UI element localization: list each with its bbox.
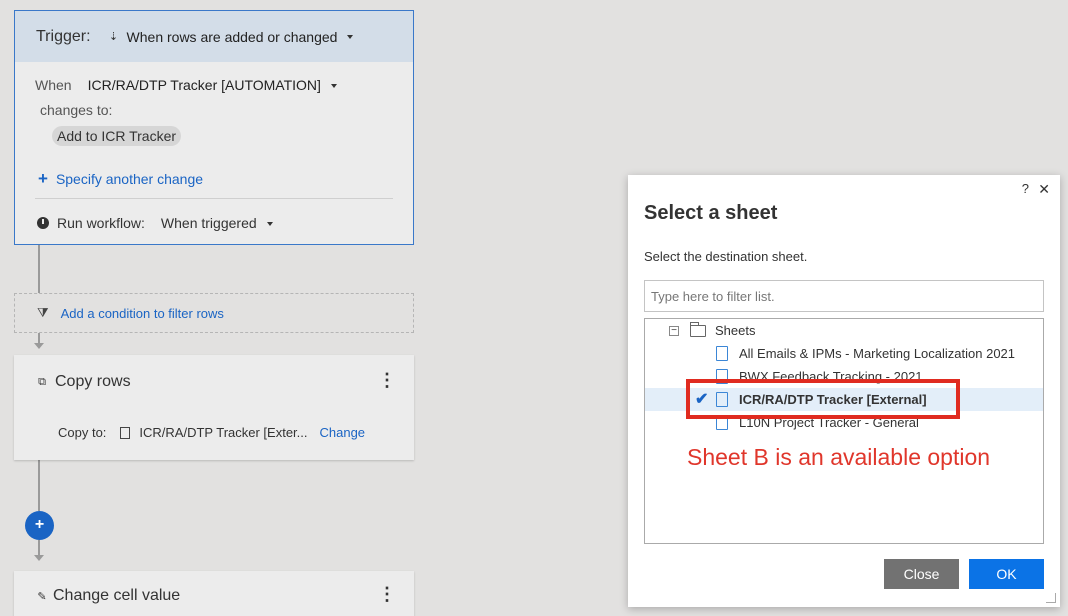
trigger-label: Trigger: — [36, 27, 91, 45]
run-workflow-value: When triggered — [160, 215, 257, 231]
plus-icon: + — [38, 169, 48, 188]
when-sheet-label: ICR/RA/DTP Tracker [AUTOMATION] — [87, 77, 321, 93]
copy-rows-icon: ⧉ — [38, 375, 46, 388]
filter-icon: ⧩ — [37, 305, 49, 320]
trigger-header: Trigger: ⇣ When rows are added or change… — [15, 11, 413, 62]
run-workflow-label: Run workflow: — [57, 215, 145, 231]
change-cell-value-card[interactable]: ✎ Change cell value ⋮ — [14, 571, 414, 616]
add-condition-label: Add a condition to filter rows — [60, 305, 224, 321]
trigger-type-label: When rows are added or changed — [126, 28, 338, 45]
trigger-card[interactable]: Trigger: ⇣ When rows are added or change… — [14, 10, 414, 245]
chevron-down-icon — [347, 34, 354, 39]
copy-rows-title: ⧉ Copy rows — [35, 373, 131, 391]
ok-button[interactable]: OK — [969, 559, 1044, 589]
highlight-box — [686, 379, 960, 419]
add-step-button[interactable]: + — [25, 511, 54, 540]
divider — [35, 198, 393, 199]
help-icon[interactable]: ? — [1022, 181, 1029, 196]
change-cell-title-label: Change cell value — [53, 587, 181, 604]
folder-icon — [690, 321, 706, 337]
copy-to-row: Copy to: ICR/RA/DTP Tracker [Exter... Ch… — [58, 425, 365, 440]
tree-item[interactable]: All Emails & IPMs - Marketing Localizati… — [645, 342, 1043, 365]
close-button[interactable]: Close — [884, 559, 959, 589]
change-value-chip[interactable]: Add to ICR Tracker — [52, 126, 182, 146]
run-workflow-dropdown[interactable]: When triggered — [161, 215, 273, 231]
connector-arrow — [34, 555, 44, 561]
tree-root-label: Sheets — [715, 323, 756, 338]
clock-icon — [37, 217, 49, 229]
copy-to-value: ICR/RA/DTP Tracker [Exter... — [139, 425, 308, 440]
collapse-icon[interactable]: − — [669, 325, 679, 336]
close-icon[interactable]: ✕ — [1038, 181, 1050, 198]
change-destination-link[interactable]: Change — [320, 425, 366, 440]
tree-item-label: All Emails & IPMs - Marketing Localizati… — [739, 346, 1016, 361]
resize-handle[interactable] — [1046, 593, 1056, 603]
chevron-down-icon — [330, 84, 337, 89]
more-options-icon[interactable]: ⋮ — [378, 585, 396, 603]
trigger-type-dropdown[interactable]: ⇣ When rows are added or changed — [107, 29, 354, 45]
copy-to-label: Copy to: — [58, 425, 107, 440]
annotation-text: Sheet B is an available option — [687, 444, 991, 470]
filter-input[interactable] — [644, 280, 1044, 312]
change-cell-title: ✎ Change cell value — [35, 587, 180, 605]
when-row: When ICR/RA/DTP Tracker [AUTOMATION] — [35, 77, 337, 93]
pencil-icon: ✎ — [37, 590, 47, 603]
dialog-title: Select a sheet — [644, 202, 778, 224]
sheet-icon — [716, 346, 728, 361]
connector-line — [38, 245, 40, 293]
branch-icon: ⇣ — [108, 31, 119, 43]
specify-label: Specify another change — [55, 171, 204, 187]
specify-another-change-link[interactable]: + Specify another change — [38, 169, 203, 189]
when-sheet-dropdown[interactable]: ICR/RA/DTP Tracker [AUTOMATION] — [88, 77, 337, 93]
changes-to-label: changes to: — [40, 102, 113, 118]
tree-root-sheets[interactable]: − Sheets — [669, 321, 756, 338]
connector-arrow — [34, 343, 44, 349]
copy-rows-title-label: Copy rows — [55, 373, 131, 390]
connector-line — [38, 540, 40, 555]
connector-line — [38, 460, 40, 511]
when-label: When — [35, 77, 72, 93]
dialog-subtitle: Select the destination sheet. — [644, 249, 808, 264]
copy-rows-card[interactable]: ⧉ Copy rows ⋮ Copy to: ICR/RA/DTP Tracke… — [14, 355, 414, 460]
connector-line — [38, 333, 40, 343]
run-workflow-row: Run workflow: When triggered — [37, 215, 273, 231]
sheet-icon — [120, 426, 131, 439]
more-options-icon[interactable]: ⋮ — [378, 371, 396, 389]
add-condition-block[interactable]: ⧩ Add a condition to filter rows — [14, 293, 414, 333]
chevron-down-icon — [266, 222, 273, 227]
sheet-tree[interactable]: − Sheets All Emails & IPMs - Marketing L… — [644, 318, 1044, 544]
